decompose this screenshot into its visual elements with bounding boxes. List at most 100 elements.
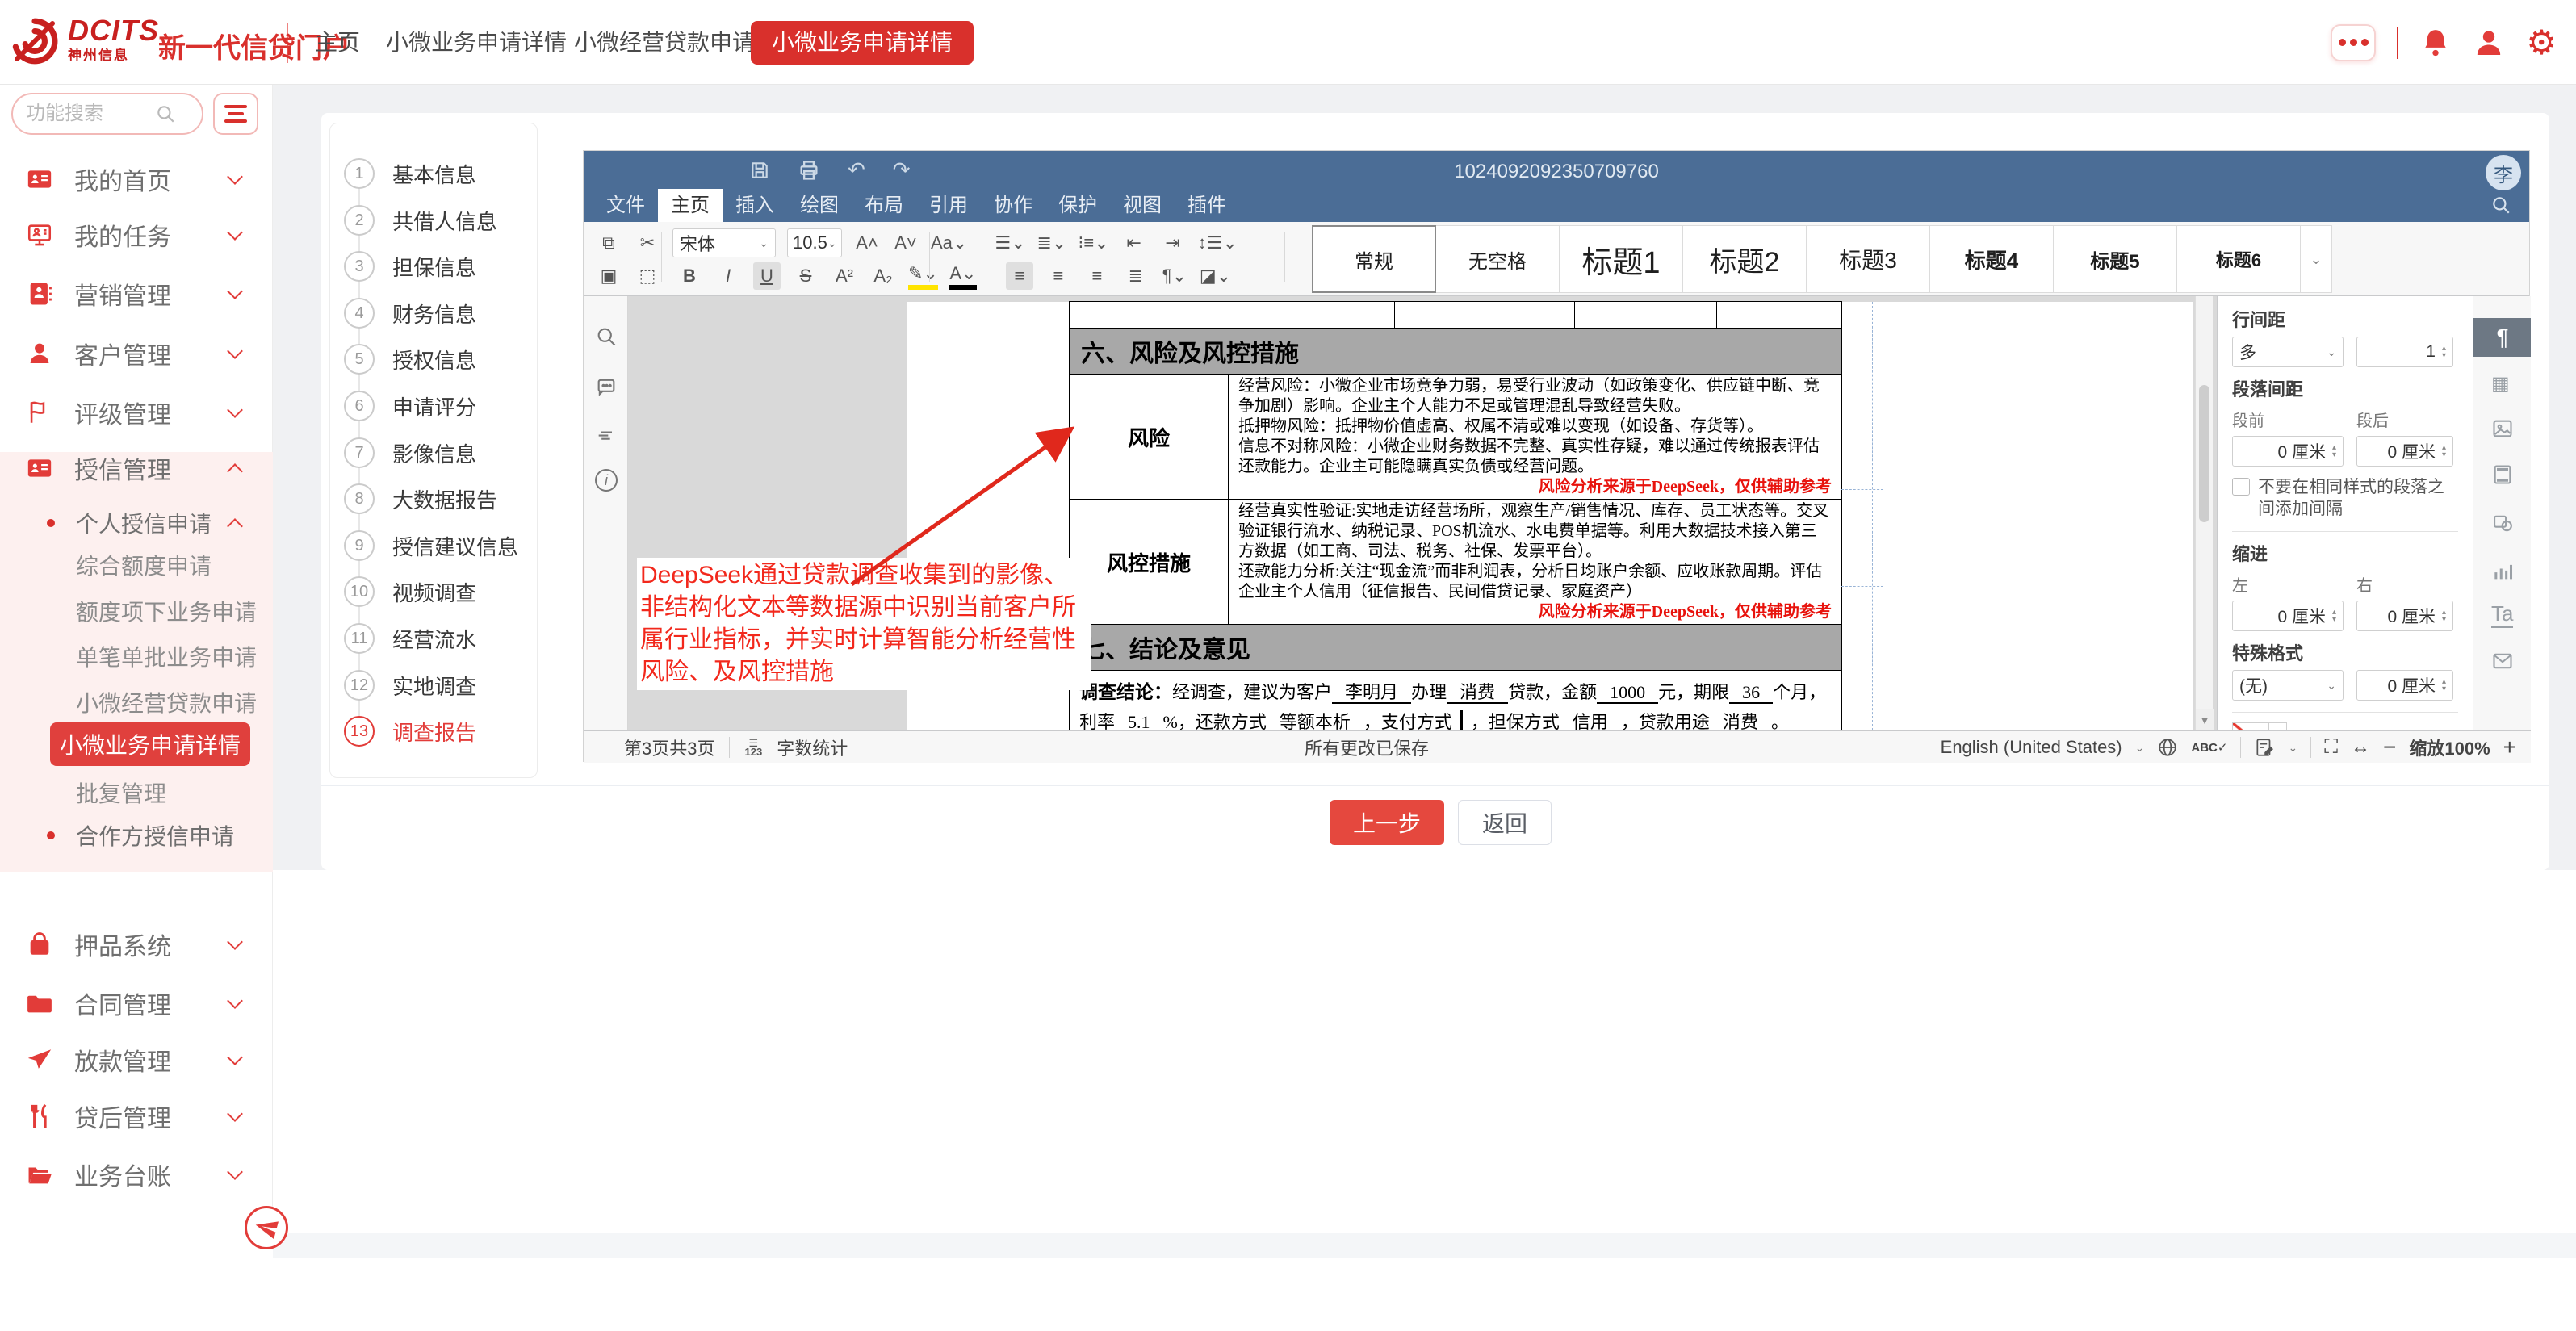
user-icon[interactable]	[2473, 27, 2505, 59]
nav-tab-micro-detail[interactable]: 小微业务申请详情	[386, 0, 567, 85]
increase-font-icon[interactable]: A˄	[853, 229, 881, 257]
tab-plugins[interactable]: 插件	[1175, 189, 1239, 222]
conclusion-content[interactable]: 调查结论：经调查，建议为客户李明月办理消费贷款，金额1000元，期限36个月，利…	[1070, 671, 1842, 731]
step-item-10[interactable]: 10视频调查	[330, 576, 538, 608]
sidebar-group-partner-credit[interactable]: 合作方授信申请	[0, 819, 273, 852]
decrease-font-icon[interactable]: A˅	[892, 229, 919, 257]
report-table[interactable]: 六、风险及风控措施 风险 经营风险：小微企业市场竞争力弱，易受行业波动（如政策变…	[1069, 301, 1842, 730]
styles-expand-icon[interactable]: ⌄	[2300, 225, 2332, 293]
find-icon[interactable]	[595, 325, 618, 348]
style-heading4[interactable]: 标题4	[1929, 225, 2054, 293]
step-item-11[interactable]: 11经营流水	[330, 622, 538, 655]
multilevel-list-icon[interactable]: ⁝≡⌄	[1078, 229, 1108, 257]
special-format-stepper[interactable]: 0 厘米▴▾	[2356, 670, 2453, 701]
sidebar-subitem-single[interactable]: 单笔单批业务申请	[0, 640, 273, 672]
sidebar-item-post-loan[interactable]: 贷后管理	[0, 1098, 273, 1135]
font-name-select[interactable]: 宋体⌄	[672, 228, 776, 257]
paragraph-marks-icon[interactable]: ¶⌄	[1161, 262, 1188, 290]
bullet-list-icon[interactable]: ☰⌄	[995, 229, 1025, 257]
style-heading5[interactable]: 标题5	[2053, 225, 2177, 293]
line-spacing-select[interactable]: 多⌄	[2232, 337, 2344, 367]
sidebar-subitem-under-quota[interactable]: 额度项下业务申请	[0, 595, 273, 627]
tab-protection[interactable]: 保护	[1045, 189, 1110, 222]
checkbox-icon[interactable]	[2232, 478, 2250, 496]
tab-collaboration[interactable]: 协作	[981, 189, 1045, 222]
numbered-list-icon[interactable]: ≣⌄	[1037, 229, 1067, 257]
sidebar-item-credit[interactable]: 授信管理	[0, 450, 273, 487]
sidebar-subitem-micro-loan[interactable]: 小微经营贷款申请	[0, 686, 273, 718]
tab-insert[interactable]: 插入	[723, 189, 787, 222]
nav-tab-micro-loan[interactable]: 小微经营贷款申请	[574, 0, 755, 85]
step-item-4[interactable]: 4财务信息	[330, 297, 538, 329]
step-item-8[interactable]: 8大数据报告	[330, 483, 538, 515]
bold-icon[interactable]: B	[676, 262, 703, 290]
style-no-spacing[interactable]: 无空格	[1435, 225, 1560, 293]
sidebar-item-contracts[interactable]: 合同管理	[0, 985, 273, 1022]
step-item-6[interactable]: 6申请评分	[330, 390, 538, 422]
background-color-picker[interactable]: ⌄	[2232, 722, 2287, 730]
font-color-icon[interactable]: A⌄	[949, 262, 977, 290]
special-format-select[interactable]: (无)⌄	[2232, 670, 2344, 701]
info-icon[interactable]: i	[595, 469, 618, 492]
paragraph-panel-icon[interactable]: ¶	[2473, 318, 2531, 357]
select-icon[interactable]: ⬚	[634, 262, 661, 290]
bell-icon[interactable]	[2419, 27, 2452, 59]
step-item-5[interactable]: 5授权信息	[330, 343, 538, 375]
step-item-3[interactable]: 3担保信息	[330, 250, 538, 283]
sidebar-subitem-selected[interactable]: 小微业务申请详情	[50, 722, 250, 766]
indent-left-stepper[interactable]: 0 厘米▴▾	[2232, 601, 2344, 631]
sidebar-subitem-approval[interactable]: 批复管理	[0, 776, 273, 809]
tab-file[interactable]: 文件	[593, 189, 658, 222]
fit-width-icon[interactable]: ↔	[2351, 736, 2370, 759]
font-size-select[interactable]: 10.5⌄	[787, 228, 842, 257]
decrease-indent-icon[interactable]: ⇤	[1120, 229, 1148, 257]
tab-draw[interactable]: 绘图	[787, 189, 852, 222]
avatar[interactable]: 李	[2486, 155, 2521, 190]
sidebar-search[interactable]	[11, 93, 203, 135]
more-actions-button[interactable]	[2331, 24, 2376, 61]
step-item-13-active[interactable]: 13调查报告	[330, 715, 538, 747]
step-item-2[interactable]: 2共借人信息	[330, 204, 538, 236]
spellcheck-icon[interactable]: ABC✓	[2191, 740, 2227, 755]
justify-icon[interactable]: ≣	[1122, 262, 1150, 290]
word-count-label[interactable]: 字数统计	[777, 735, 848, 760]
nav-tab-active[interactable]: 小微业务申请详情	[751, 21, 974, 65]
tab-home[interactable]: 主页	[658, 189, 723, 222]
scrollbar-thumb[interactable]	[2199, 385, 2209, 522]
track-changes-icon[interactable]	[2254, 737, 2275, 758]
tab-references[interactable]: 引用	[916, 189, 981, 222]
subscript-icon[interactable]: A₂	[869, 262, 897, 290]
sidebar-subitem-quota[interactable]: 综合额度申请	[0, 549, 273, 581]
sidebar-item-collateral[interactable]: 押品系统	[0, 926, 273, 963]
language-selector[interactable]: English (United States)	[1941, 737, 2122, 758]
page-indicator[interactable]: 第3页共3页	[624, 735, 714, 760]
line-spacing-icon[interactable]: ↕☰⌄	[1198, 229, 1238, 257]
style-heading3[interactable]: 标题3	[1806, 225, 1930, 293]
chart-panel-icon[interactable]	[2491, 560, 2514, 583]
strikethrough-icon[interactable]: S	[792, 262, 819, 290]
header-footer-panel-icon[interactable]	[2491, 463, 2514, 486]
shapes-panel-icon[interactable]	[2491, 512, 2514, 534]
menu-collapse-button[interactable]	[213, 93, 258, 135]
spacing-before-stepper[interactable]: 0 厘米▴▾	[2232, 436, 2344, 467]
zoom-out-icon[interactable]: −	[2383, 735, 2396, 760]
change-case-icon[interactable]: Aa⌄	[931, 229, 967, 257]
indent-right-stepper[interactable]: 0 厘米▴▾	[2356, 601, 2453, 631]
sidebar-item-my-tasks[interactable]: 我的任务	[0, 216, 273, 253]
image-panel-icon[interactable]	[2491, 417, 2514, 440]
mail-merge-panel-icon[interactable]	[2491, 650, 2514, 672]
nav-tab-home[interactable]: 主页	[315, 0, 360, 85]
shading-icon[interactable]: ◪⌄	[1200, 262, 1231, 290]
highlight-color-icon[interactable]: ✎⌄	[908, 262, 938, 290]
style-normal[interactable]: 常规	[1312, 225, 1436, 293]
superscript-icon[interactable]: A²	[831, 262, 858, 290]
zoom-in-icon[interactable]: +	[2503, 735, 2516, 760]
blank-payment-method[interactable]	[1452, 712, 1471, 730]
sidebar-group-personal-credit[interactable]: 个人授信申请	[0, 507, 273, 539]
sidebar-item-my-home[interactable]: 我的首页	[0, 161, 273, 198]
step-item-12[interactable]: 12实地调查	[330, 669, 538, 701]
align-left-icon[interactable]: ≡	[1006, 262, 1033, 290]
back-button[interactable]: 返回	[1458, 800, 1552, 845]
cut-icon[interactable]: ✂	[634, 229, 661, 257]
comments-icon[interactable]	[595, 375, 618, 398]
